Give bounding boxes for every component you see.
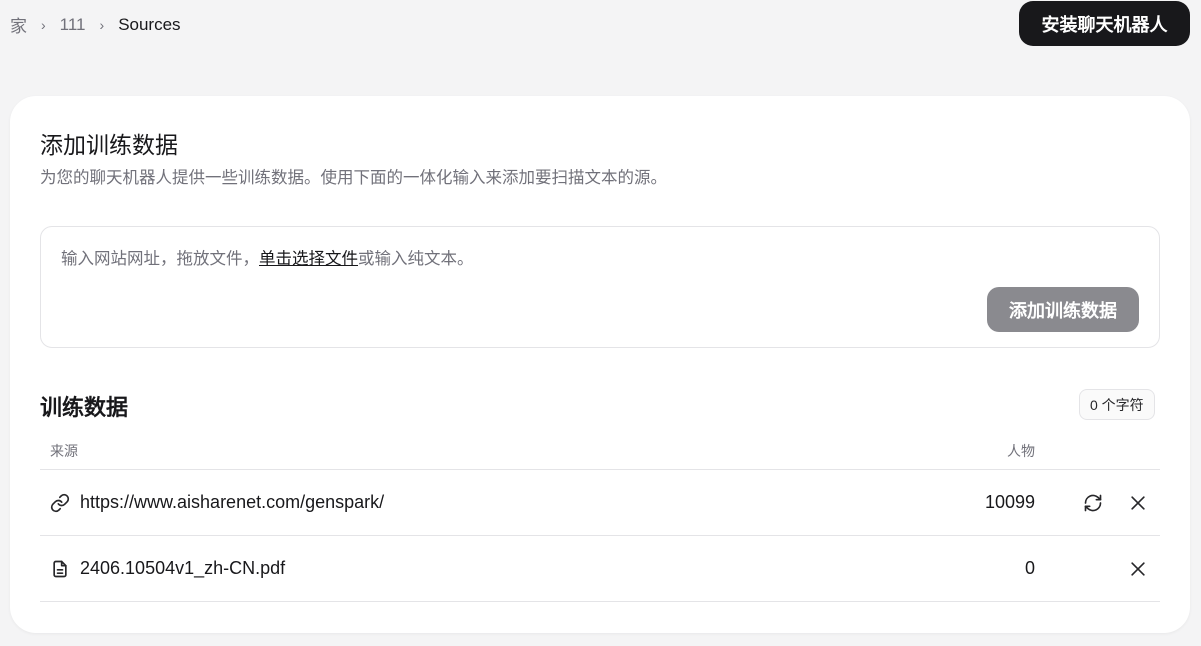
breadcrumb-current: Sources: [118, 14, 181, 34]
source-name: https://www.aisharenet.com/genspark/: [80, 492, 385, 512]
breadcrumb-home[interactable]: 家: [10, 12, 27, 37]
page-description: 为您的聊天机器人提供一些训练数据。使用下面的一体化输入来添加要扫描文本的源。: [40, 169, 667, 187]
training-data-card: 添加训练数据 为您的聊天机器人提供一些训练数据。使用下面的一体化输入来添加要扫描…: [10, 96, 1190, 633]
input-placeholder: 输入网站网址，拖放文件，单击选择文件或输入纯文本。: [61, 245, 474, 269]
refresh-icon[interactable]: [1083, 493, 1103, 513]
chevron-right-icon: ›: [41, 16, 46, 33]
character-count-badge: 0 个字符: [1079, 389, 1155, 420]
breadcrumb-project[interactable]: 111: [60, 15, 86, 35]
source-input[interactable]: 输入网站网址，拖放文件，单击选择文件或输入纯文本。 添加训练数据: [40, 226, 1160, 348]
top-bar: 家 › 111 › Sources 安装聊天机器人: [0, 0, 1201, 48]
add-training-data-button[interactable]: 添加训练数据: [987, 287, 1139, 332]
link-icon: [50, 493, 70, 513]
close-icon[interactable]: [1128, 493, 1148, 513]
source-char-count: 0: [1024, 558, 1035, 578]
source-name: 2406.10504v1_zh-CN.pdf: [80, 558, 286, 578]
select-file-link[interactable]: 单击选择文件: [259, 250, 358, 268]
table-header: 来源 人物: [40, 430, 1160, 470]
column-header-characters: 人物: [1007, 443, 1035, 459]
close-icon[interactable]: [1128, 559, 1148, 579]
table-row: 2406.10504v1_zh-CN.pdf 0: [40, 536, 1160, 602]
source-char-count: 10099: [984, 492, 1035, 512]
placeholder-text: 输入网站网址，拖放文件，: [61, 250, 259, 268]
sources-table: 来源 人物 https://www.aisharenet.com/genspar…: [40, 430, 1160, 602]
training-data-heading: 训练数据: [40, 395, 129, 420]
placeholder-text-end: 或输入纯文本。: [358, 250, 474, 268]
table-row: https://www.aisharenet.com/genspark/ 100…: [40, 470, 1160, 536]
breadcrumb: 家 › 111 › Sources: [10, 12, 181, 37]
chevron-right-icon: ›: [99, 16, 105, 33]
install-chatbot-button[interactable]: 安装聊天机器人: [1019, 1, 1190, 46]
column-header-source: 来源: [50, 443, 78, 459]
file-icon: [50, 559, 70, 579]
page-title: 添加训练数据: [40, 132, 178, 158]
